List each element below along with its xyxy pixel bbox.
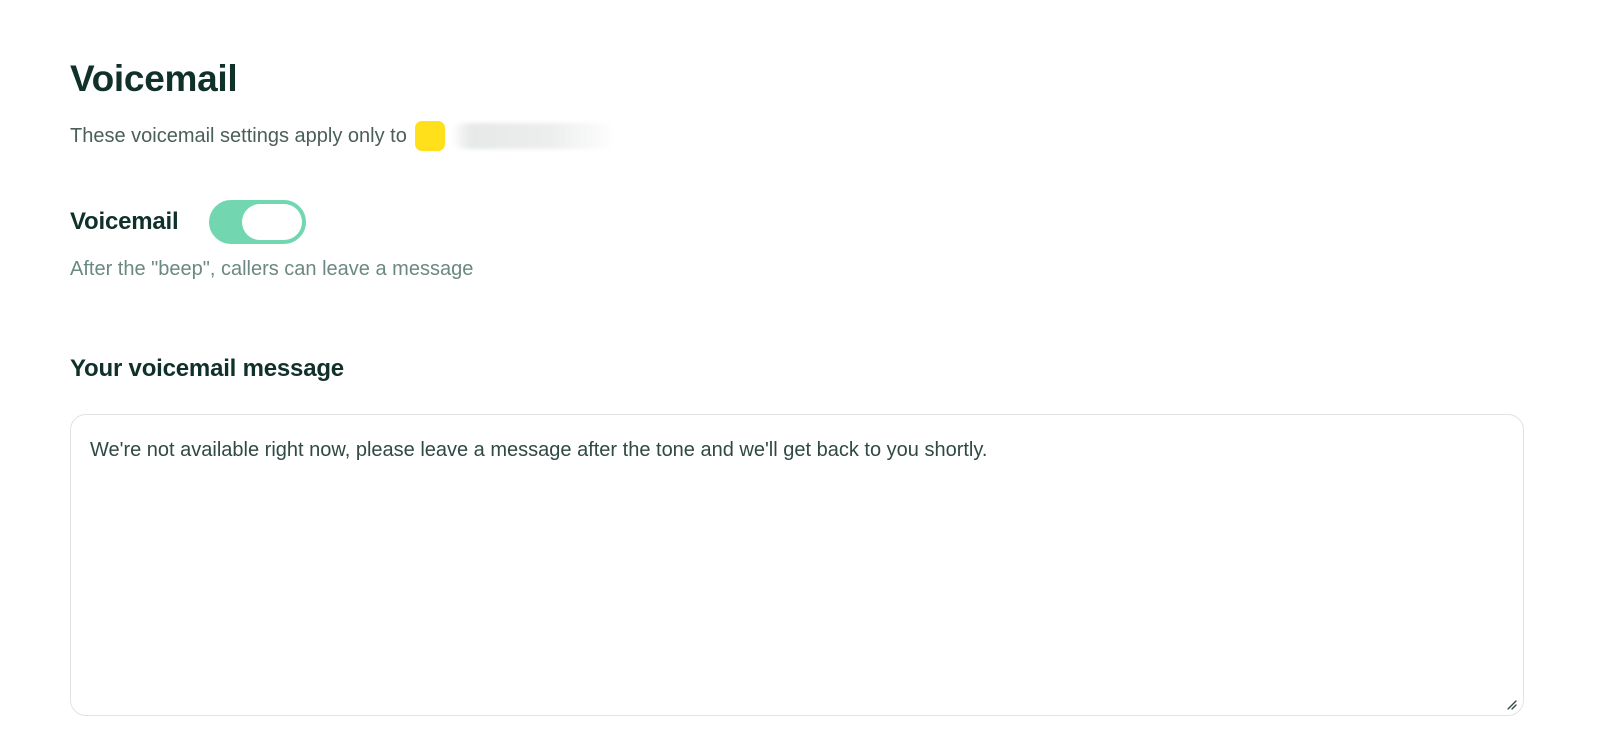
line-color-badge <box>414 121 445 151</box>
voicemail-description: After the "beep", callers can leave a me… <box>70 258 474 280</box>
voicemail-toggle[interactable] <box>209 200 307 244</box>
voicemail-message-heading: Your voicemail message <box>70 355 344 382</box>
subtitle-text: These voicemail settings apply only to <box>70 124 407 147</box>
page-title: Voicemail <box>70 58 238 99</box>
subtitle-row: These voicemail settings apply only to <box>70 121 616 151</box>
toggle-knob <box>242 204 303 240</box>
voicemail-settings-page: Voicemail These voicemail settings apply… <box>0 0 1600 738</box>
voicemail-message-text: We're not available right now, please le… <box>90 439 988 461</box>
voicemail-toggle-row: Voicemail <box>70 200 307 244</box>
resize-handle-icon[interactable] <box>1505 698 1517 710</box>
voicemail-toggle-label: Voicemail <box>70 208 179 235</box>
voicemail-message-textarea[interactable]: We're not available right now, please le… <box>70 414 1524 716</box>
redacted-phone-number <box>450 123 616 149</box>
